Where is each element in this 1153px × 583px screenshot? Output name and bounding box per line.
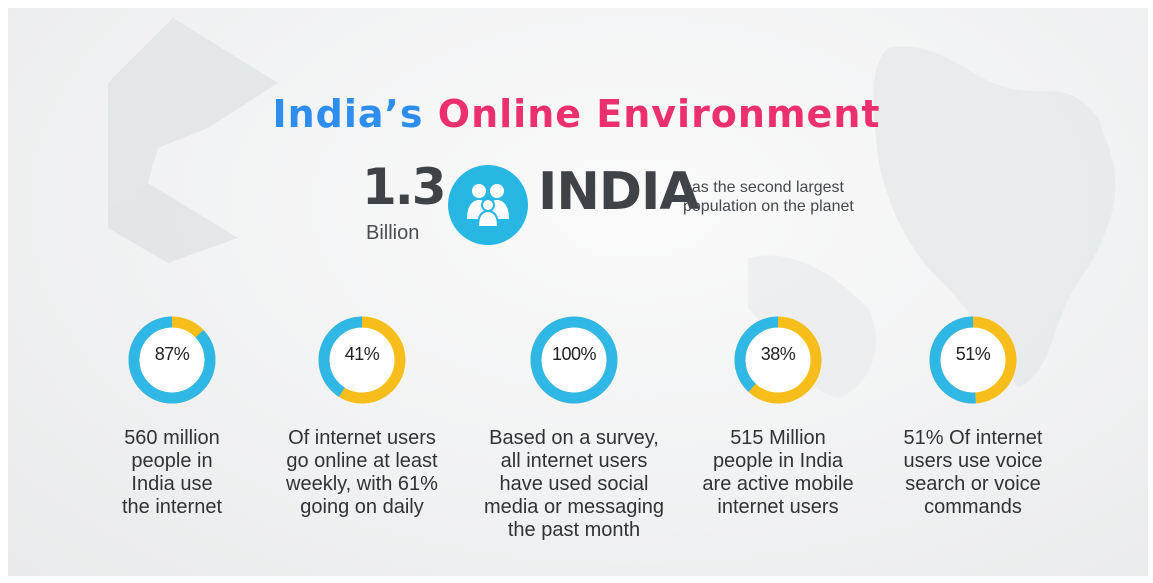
country-description-line: population on the planet — [683, 198, 854, 215]
stat-description-line: search or voice — [905, 473, 1041, 495]
title-part-pink: Online Environment — [437, 92, 881, 136]
stat-description-line: media or messaging — [483, 496, 665, 518]
country-name: INDIA — [538, 162, 700, 222]
stat-percent: 41% — [344, 344, 380, 364]
stat-description-line: go online at least — [286, 450, 438, 472]
stat-description-line: Based on a survey, — [489, 427, 659, 449]
stat-description-line: the internet — [121, 496, 223, 518]
stat-description: Of internet users go online at least weekl… — [262, 427, 462, 519]
stat-description-line: all internet users — [500, 450, 648, 472]
family-icon — [448, 165, 528, 245]
stat-description-line: people in India — [712, 450, 844, 472]
stat-description-line: commands — [924, 496, 1022, 518]
stat-description-line: 51% Of internet — [903, 427, 1043, 449]
stat-description-line: weekly, with 61% — [286, 473, 438, 495]
stat-description-line: people in — [131, 450, 213, 472]
stat-description-line: are active mobile — [702, 473, 854, 495]
population-number: 1.3 — [362, 158, 447, 216]
stat-percent: 87% — [154, 344, 190, 364]
stat-description: 560 million people in India use the interne… — [72, 427, 272, 519]
stat-percent: 100% — [551, 344, 597, 364]
page-title: India’s Online Environment — [0, 92, 1153, 136]
stat-description-line: 560 million — [124, 427, 220, 449]
title-part-blue: India’s — [272, 92, 424, 136]
stat-description-line: have used social — [499, 473, 649, 495]
country-description: has the second largest population on the… — [683, 178, 923, 216]
stat-description: Based on a survey, all internet users have… — [474, 427, 674, 542]
country-description-line: has the second largest — [683, 179, 844, 196]
stat-description-line: going on daily — [300, 496, 424, 518]
population-unit: Billion — [366, 222, 420, 244]
stat-percent: 38% — [760, 344, 796, 364]
stat-description-line: users use voice — [903, 450, 1043, 472]
stat-description-line: 515 Million — [730, 427, 826, 449]
stat-percent: 51% — [955, 344, 991, 364]
stat-description: 51% Of internet users use voice search or … — [873, 427, 1073, 519]
stat-description-line: Of internet users — [288, 427, 436, 449]
stat-description-line: the past month — [507, 519, 641, 541]
stat-description-line: internet users — [717, 496, 839, 518]
stat-description-line: India use — [131, 473, 213, 495]
stat-description: 515 Million people in India are active mob… — [678, 427, 878, 519]
